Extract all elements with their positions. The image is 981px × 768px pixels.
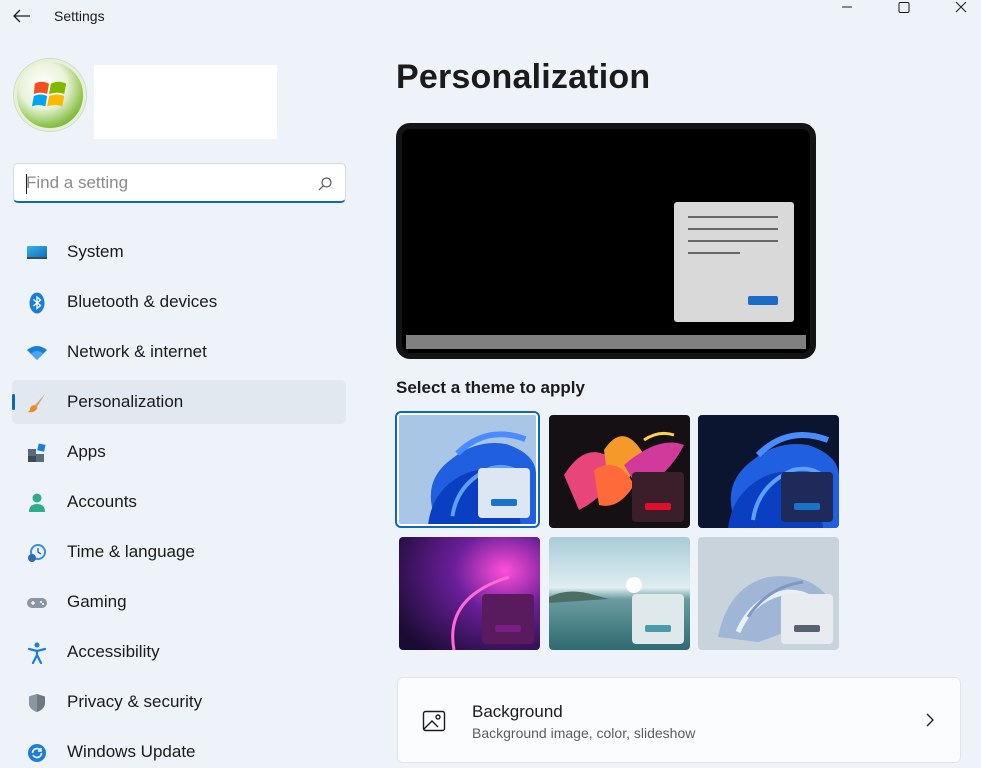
active-indicator	[12, 394, 15, 410]
refresh-icon	[26, 742, 48, 764]
person-icon	[26, 492, 48, 514]
sidebar-item-windows-update[interactable]: Windows Update	[12, 730, 346, 768]
sidebar-item-label: Gaming	[67, 592, 127, 611]
theme-chip-bar	[794, 503, 820, 510]
sidebar-item-label: Accessibility	[67, 642, 160, 661]
image-icon	[422, 710, 446, 732]
background-card-subtitle: Background image, color, slideshow	[472, 725, 696, 741]
theme-chip-bar	[495, 625, 521, 632]
preview-line	[688, 252, 740, 254]
gamepad-icon	[26, 592, 48, 614]
theme-chip	[781, 472, 833, 522]
theme-windows-dark[interactable]	[698, 415, 839, 528]
theme-chip-bar	[645, 625, 671, 632]
bluetooth-icon	[26, 292, 48, 314]
shield-icon	[26, 692, 48, 714]
theme-grid	[395, 411, 846, 652]
theme-preview	[396, 123, 816, 359]
clock-globe-icon	[26, 542, 48, 564]
sidebar-item-label: Windows Update	[67, 742, 196, 761]
preview-line	[688, 216, 778, 218]
sidebar-item-time-language[interactable]: Time & language	[12, 530, 346, 574]
minimize-icon	[842, 6, 852, 8]
sidebar-item-label: Accounts	[67, 492, 137, 511]
back-button[interactable]	[8, 4, 36, 28]
theme-chip-bar	[491, 499, 517, 506]
accessibility-icon	[26, 642, 48, 664]
sidebar-item-system[interactable]: System	[12, 230, 346, 274]
avatar[interactable]	[14, 59, 86, 131]
paintbrush-icon	[26, 392, 48, 414]
theme-chip	[632, 594, 684, 644]
theme-chip-bar	[794, 625, 820, 632]
sidebar-item-personalization[interactable]: Personalization	[12, 380, 346, 424]
sidebar-item-network[interactable]: Network & internet	[12, 330, 346, 374]
preview-window	[674, 202, 794, 322]
preview-line	[688, 240, 778, 242]
background-card-title: Background	[472, 702, 563, 721]
theme-flow[interactable]	[698, 537, 839, 650]
sidebar-item-bluetooth[interactable]: Bluetooth & devices	[12, 280, 346, 324]
sidebar-nav: System Bluetooth & devices Network & int…	[12, 230, 346, 768]
close-icon	[955, 2, 967, 13]
title-bar: Settings	[0, 0, 981, 32]
app-title: Settings	[54, 8, 105, 24]
sidebar-item-label: Time & language	[67, 542, 195, 561]
page-title: Personalization	[396, 58, 651, 96]
sidebar-item-label: Privacy & security	[67, 692, 203, 711]
windows-logo-icon	[31, 81, 67, 107]
wifi-icon	[26, 342, 48, 364]
search-icon[interactable]	[317, 176, 333, 192]
sidebar-item-label: Network & internet	[67, 342, 207, 361]
theme-chip	[781, 594, 833, 644]
theme-chip	[632, 472, 684, 522]
preview-taskbar	[406, 335, 806, 349]
theme-chip	[478, 468, 530, 518]
theme-captured-motion[interactable]	[399, 537, 540, 650]
preview-line	[688, 228, 778, 230]
background-settings-card[interactable]: Background Background image, color, slid…	[397, 677, 961, 763]
sidebar-item-label: System	[67, 242, 124, 261]
close-button[interactable]	[939, 0, 981, 16]
sidebar-item-accessibility[interactable]: Accessibility	[12, 630, 346, 674]
theme-windows-light[interactable]	[395, 411, 540, 528]
apps-icon	[26, 442, 48, 464]
sidebar-item-gaming[interactable]: Gaming	[12, 580, 346, 624]
sidebar-item-label: Personalization	[67, 392, 184, 411]
theme-chip	[482, 594, 534, 644]
sidebar-item-accounts[interactable]: Accounts	[12, 480, 346, 524]
chevron-right-icon	[926, 713, 934, 727]
theme-chip-bar	[645, 503, 671, 510]
monitor-icon	[26, 242, 48, 264]
text-caret	[26, 174, 27, 194]
back-arrow-icon	[13, 9, 30, 23]
theme-sunrise[interactable]	[549, 537, 690, 650]
search-box[interactable]	[13, 163, 346, 203]
maximize-icon	[898, 2, 910, 13]
theme-glow[interactable]	[549, 415, 690, 528]
minimize-button[interactable]	[825, 0, 869, 16]
sidebar-item-apps[interactable]: Apps	[12, 430, 346, 474]
sidebar-item-privacy-security[interactable]: Privacy & security	[12, 680, 346, 724]
sidebar-item-label: Bluetooth & devices	[67, 292, 218, 311]
sidebar-item-label: Apps	[67, 442, 106, 461]
search-input[interactable]	[26, 171, 306, 195]
preview-button	[748, 296, 778, 305]
user-info-card[interactable]	[94, 65, 277, 139]
theme-section-heading: Select a theme to apply	[396, 378, 585, 397]
maximize-button[interactable]	[882, 0, 926, 16]
